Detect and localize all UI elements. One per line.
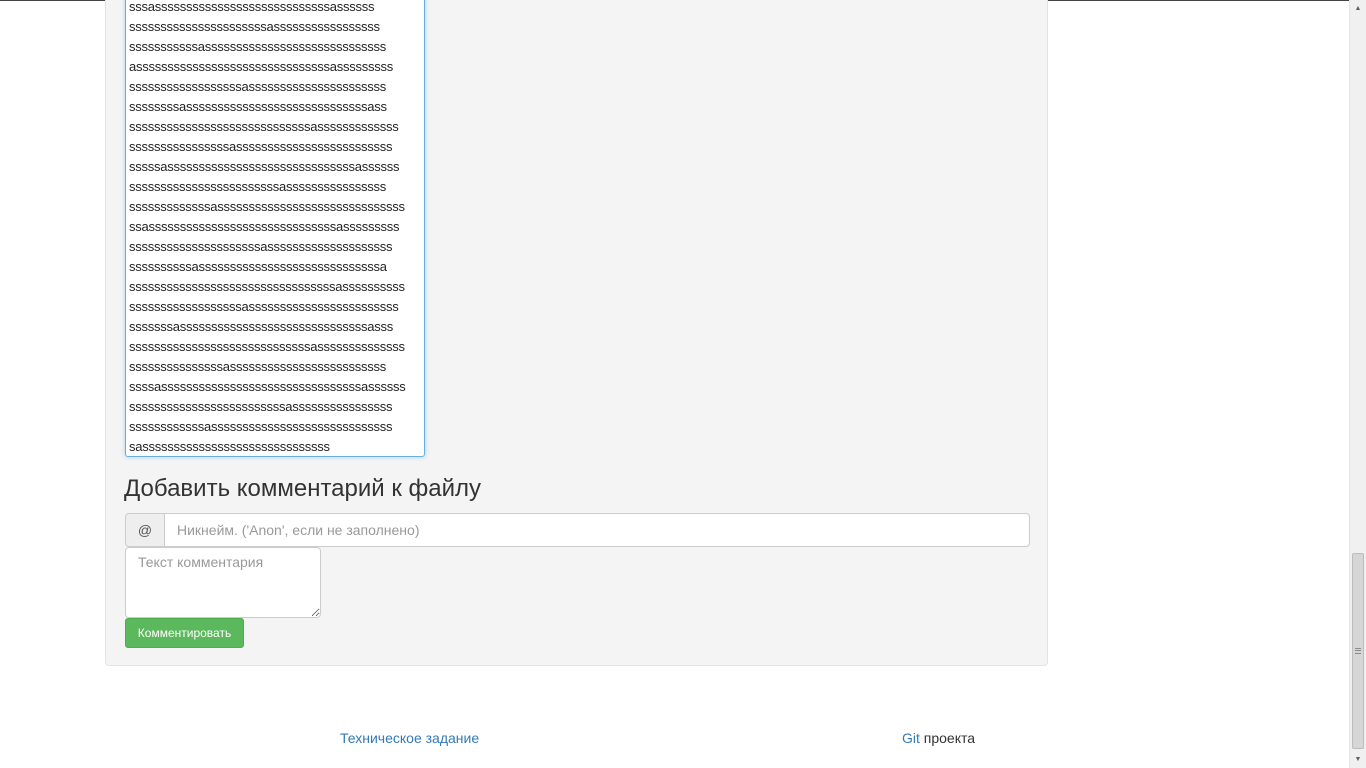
file-line: sassssssssssssssssssssssssssssss [129, 439, 330, 454]
page-scrollbar[interactable]: ▲ ▼ [1349, 0, 1366, 768]
file-line: ssssssssssssssssssssssssasssssssssssssss… [129, 179, 386, 194]
file-line: ssssssssssssssssssasssssssssssssssssssss… [129, 79, 386, 94]
file-line: ssassssssssssssssssssssssssssssssassssss… [129, 219, 400, 234]
file-line: ssssssssssssasssssssssssssssssssssssssss… [129, 419, 393, 434]
nickname-input[interactable] [164, 513, 1030, 547]
file-line: ssssssssssssssssssssssasssssssssssssssss [129, 19, 380, 34]
file-line: sssssssssssssssssssssssssssssassssssssss… [129, 119, 399, 134]
git-link[interactable]: Git [902, 730, 920, 746]
scroll-down-icon[interactable]: ▼ [1350, 751, 1366, 768]
scroll-up-icon[interactable]: ▲ [1350, 0, 1366, 17]
grip-icon [1355, 648, 1361, 654]
git-footer: Git проекта [902, 729, 975, 747]
scroll-thumb[interactable] [1352, 553, 1364, 749]
file-line: ssssssssasssssssssssssssssssssssssssssas… [129, 99, 387, 114]
add-comment-title: Добавить комментарий к файлу [124, 475, 482, 502]
nickname-input-group: @ [125, 513, 1030, 547]
file-line: sssssassssssssssssssssssssssssssssssasss… [129, 159, 400, 174]
file-line: sssssssssssssssssssssssssssssssssassssss… [129, 279, 405, 294]
git-suffix: проекта [919, 730, 976, 746]
spec-link[interactable]: Техническое задание [340, 729, 479, 747]
at-sign-addon: @ [125, 513, 164, 547]
file-content-lines: sssassssssssssssssssssssssssssssassssss s… [129, 0, 406, 456]
comment-text-field[interactable] [125, 547, 321, 618]
file-line: sssssssssssssssassssssssssssssssssssssss… [129, 359, 386, 374]
file-line: ssssssssssasssssssssssssssssssssssssssss… [129, 259, 387, 274]
file-line: sssssssssssssassssssssssssssssssssssssss… [129, 199, 405, 214]
file-line: asssssssssssssssssssssssssssssssasssssss… [129, 59, 393, 74]
submit-comment-button[interactable]: Комментировать [125, 618, 244, 648]
file-line: sssssssssssssssssssssssssassssssssssssss… [129, 399, 393, 414]
file-line: ssssssssssssssssssasssssssssssssssssssss… [129, 299, 399, 314]
file-line: sssssssssssssssssssssssssssssassssssssss… [129, 339, 405, 354]
file-line: sssssssssssssssssssssassssssssssssssssss… [129, 239, 393, 254]
file-line: ssssassssssssssssssssssssssssssssssssass… [129, 379, 406, 394]
file-line: ssssssssssssssssasssssssssssssssssssssss… [129, 139, 393, 154]
file-line: sssassssssssssssssssssssssssssssassssss [129, 0, 375, 14]
file-line: sssssssssssassssssssssssssssssssssssssss… [129, 39, 386, 54]
file-content-view[interactable]: sssassssssssssssssssssssssssssssassssss s… [125, 0, 425, 457]
file-line: sssssssassssssssssssssssssssssssssssssas… [129, 319, 393, 334]
